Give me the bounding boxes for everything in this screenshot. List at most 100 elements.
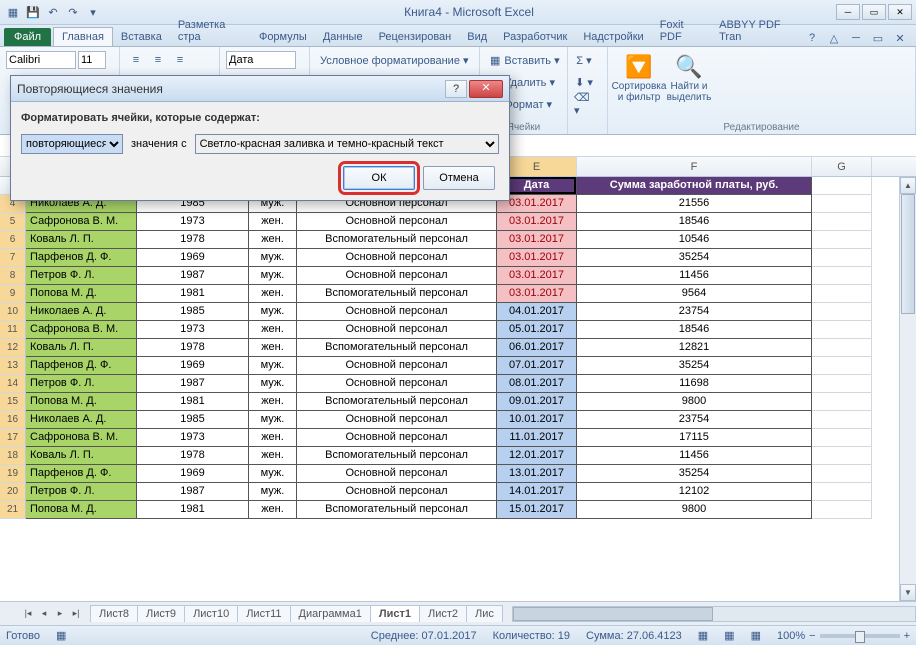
row-header-8[interactable]: 8 xyxy=(0,267,26,285)
hscroll-thumb[interactable] xyxy=(513,607,713,621)
cell[interactable]: жен. xyxy=(249,285,297,303)
cell[interactable]: 1987 xyxy=(137,267,249,285)
cell[interactable]: 03.01.2017 xyxy=(497,231,577,249)
ribbon-tab-2[interactable]: Вставка xyxy=(113,28,170,46)
cell[interactable]: 12.01.2017 xyxy=(497,447,577,465)
cell[interactable]: Коваль Л. П. xyxy=(26,339,137,357)
cell[interactable]: Основной персонал xyxy=(297,249,497,267)
cell[interactable] xyxy=(812,411,872,429)
cell[interactable]: 1978 xyxy=(137,447,249,465)
cell[interactable]: 10546 xyxy=(577,231,812,249)
cell[interactable]: жен. xyxy=(249,213,297,231)
cell[interactable]: Сафронова В. М. xyxy=(26,321,137,339)
cell[interactable] xyxy=(812,465,872,483)
cell[interactable]: жен. xyxy=(249,447,297,465)
row-header-19[interactable]: 19 xyxy=(0,465,26,483)
cell[interactable] xyxy=(812,429,872,447)
ribbon-tab-3[interactable]: Разметка стра xyxy=(170,16,251,46)
cell[interactable]: 18546 xyxy=(577,213,812,231)
row-header-18[interactable]: 18 xyxy=(0,447,26,465)
conditional-formatting-button[interactable]: Условное форматирование ▾ xyxy=(316,50,473,70)
zoom-in-icon[interactable]: + xyxy=(904,630,910,642)
cell[interactable] xyxy=(812,249,872,267)
zoom-control[interactable]: 100% − + xyxy=(777,630,910,642)
row-header-13[interactable]: 13 xyxy=(0,357,26,375)
cell[interactable]: 14.01.2017 xyxy=(497,483,577,501)
cell[interactable] xyxy=(812,303,872,321)
cell[interactable]: Основной персонал xyxy=(297,465,497,483)
autosum-icon[interactable]: Σ ▾ xyxy=(574,50,594,70)
cell[interactable]: муж. xyxy=(249,303,297,321)
cell[interactable]: 06.01.2017 xyxy=(497,339,577,357)
minimize-button[interactable]: ─ xyxy=(836,4,860,20)
cell[interactable]: 1973 xyxy=(137,213,249,231)
cell[interactable]: Николаев А. Д. xyxy=(26,303,137,321)
cell[interactable]: Попова М. Д. xyxy=(26,393,137,411)
ribbon-tab-10[interactable]: Foxit PDF xyxy=(652,16,711,46)
cell[interactable]: 9564 xyxy=(577,285,812,303)
cell[interactable]: 23754 xyxy=(577,411,812,429)
qat-more-icon[interactable]: ▾ xyxy=(84,3,102,21)
cell[interactable]: Вспомогательный персонал xyxy=(297,339,497,357)
cell[interactable] xyxy=(812,483,872,501)
cell[interactable]: Петров Ф. Л. xyxy=(26,483,137,501)
font-name-input[interactable] xyxy=(6,51,76,69)
zoom-level[interactable]: 100% xyxy=(777,630,805,642)
row-header-17[interactable]: 17 xyxy=(0,429,26,447)
cell[interactable]: Попова М. Д. xyxy=(26,501,137,519)
cell[interactable]: 18546 xyxy=(577,321,812,339)
cell[interactable]: 17115 xyxy=(577,429,812,447)
ok-button[interactable]: ОК xyxy=(343,166,415,190)
view-pagebreak-icon[interactable]: ▦ xyxy=(751,629,761,642)
horizontal-scrollbar[interactable] xyxy=(512,606,916,622)
cell[interactable]: 11456 xyxy=(577,267,812,285)
cell[interactable] xyxy=(812,213,872,231)
cell[interactable]: Сафронова В. М. xyxy=(26,429,137,447)
close-button[interactable]: ✕ xyxy=(888,4,912,20)
zoom-slider[interactable] xyxy=(820,634,900,638)
ribbon-tab-9[interactable]: Надстройки xyxy=(575,28,651,46)
cell[interactable]: 1969 xyxy=(137,465,249,483)
sheet-nav-prev-icon[interactable]: ◂ xyxy=(36,608,52,619)
undo-icon[interactable]: ↶ xyxy=(44,3,62,21)
cell[interactable]: муж. xyxy=(249,483,297,501)
cell[interactable] xyxy=(812,339,872,357)
cell[interactable]: Вспомогательный персонал xyxy=(297,447,497,465)
cell[interactable]: 03.01.2017 xyxy=(497,267,577,285)
cell[interactable]: Основной персонал xyxy=(297,375,497,393)
cell[interactable]: 05.01.2017 xyxy=(497,321,577,339)
cell[interactable]: 35254 xyxy=(577,357,812,375)
ribbon-tab-5[interactable]: Данные xyxy=(315,28,371,46)
worksheet[interactable]: ИмяДата рожденияПолКатегория персоналаДа… xyxy=(26,177,872,519)
row-header-11[interactable]: 11 xyxy=(0,321,26,339)
sheet-tab[interactable]: Лис xyxy=(466,605,503,622)
col-header-F[interactable]: F xyxy=(577,157,812,176)
cell[interactable]: жен. xyxy=(249,393,297,411)
scroll-down-icon[interactable]: ▼ xyxy=(900,584,916,601)
cell[interactable]: Сафронова В. М. xyxy=(26,213,137,231)
cell[interactable]: 1985 xyxy=(137,411,249,429)
cell[interactable]: Парфенов Д. Ф. xyxy=(26,249,137,267)
fill-icon[interactable]: ⬇ ▾ xyxy=(574,72,594,92)
cell[interactable]: 03.01.2017 xyxy=(497,285,577,303)
cell[interactable]: Вспомогательный персонал xyxy=(297,285,497,303)
cell[interactable]: 11698 xyxy=(577,375,812,393)
cell[interactable] xyxy=(812,393,872,411)
sheet-tab[interactable]: Лист11 xyxy=(237,605,290,622)
cell[interactable]: 04.01.2017 xyxy=(497,303,577,321)
row-header-14[interactable]: 14 xyxy=(0,375,26,393)
row-header-9[interactable]: 9 xyxy=(0,285,26,303)
ribbon-tab-8[interactable]: Разработчик xyxy=(495,28,575,46)
row-header-15[interactable]: 15 xyxy=(0,393,26,411)
cell[interactable] xyxy=(812,231,872,249)
cell[interactable]: 1978 xyxy=(137,339,249,357)
doc-close-icon[interactable]: ✕ xyxy=(892,30,908,46)
font-size-input[interactable] xyxy=(78,51,106,69)
cell[interactable] xyxy=(812,375,872,393)
scroll-thumb[interactable] xyxy=(901,194,915,314)
maximize-button[interactable]: ▭ xyxy=(862,4,886,20)
cell[interactable]: Основной персонал xyxy=(297,483,497,501)
cell[interactable]: жен. xyxy=(249,339,297,357)
cell[interactable] xyxy=(812,357,872,375)
cell[interactable] xyxy=(812,177,872,195)
